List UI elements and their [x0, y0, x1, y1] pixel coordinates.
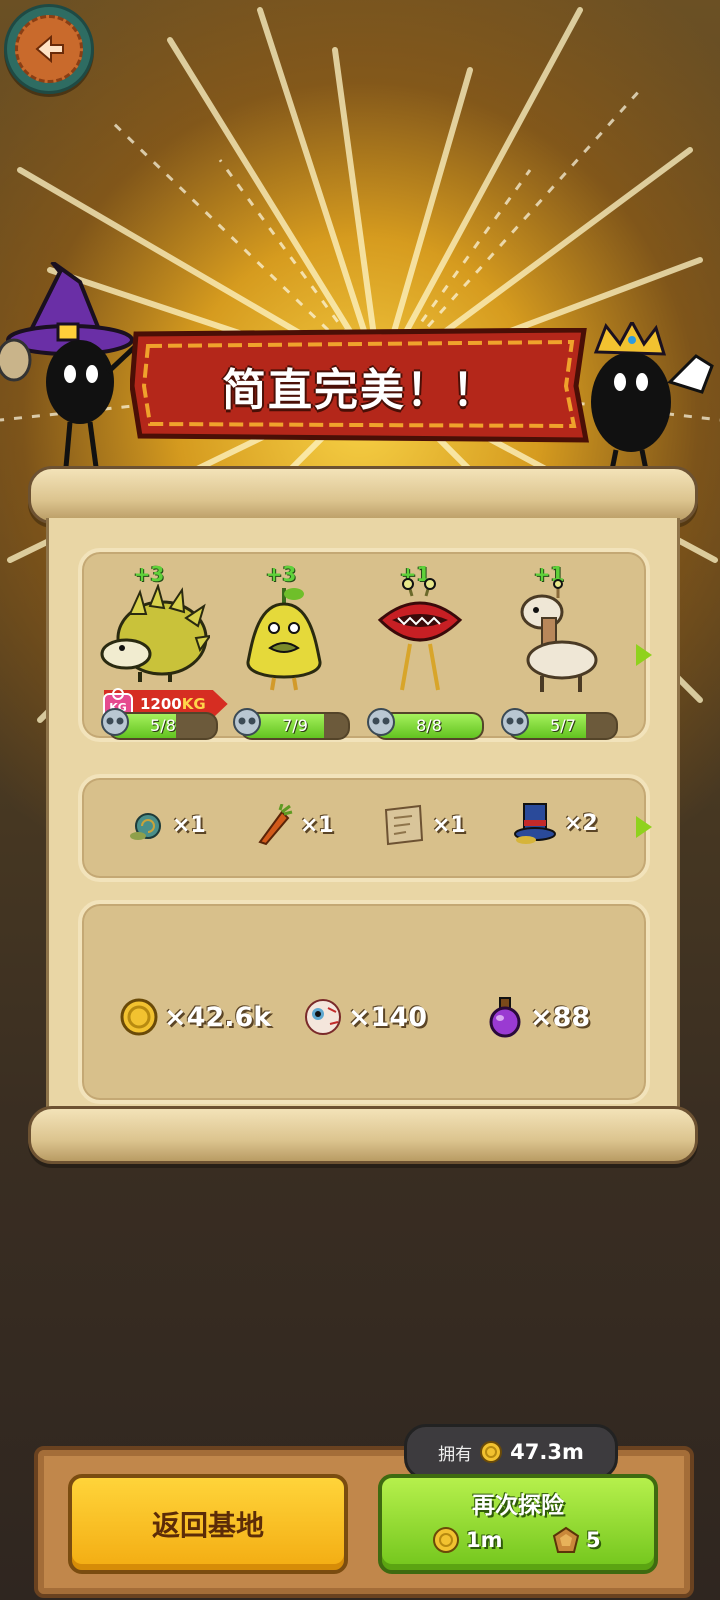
item-count: ×2 [564, 810, 598, 836]
back-arrow-icon [15, 15, 83, 83]
skull-icon [233, 708, 261, 736]
potion-icon [489, 997, 521, 1038]
weight-unit: KG [181, 695, 206, 713]
owned-value: 47.3m [510, 1440, 584, 1464]
creature-card[interactable]: +1 8/8 [350, 562, 484, 742]
witch-hat-character [0, 262, 142, 468]
item-count: ×1 [432, 812, 466, 838]
result-screen: 简直完美！！ +3 1200KG KG 5/8 +3 7/9 +1 8/8 +1… [0, 0, 720, 1600]
lips-creature-icon [377, 578, 463, 691]
map-scroll-icon [384, 804, 424, 846]
top-hat-icon [514, 803, 556, 844]
coin-icon [480, 1441, 503, 1463]
return-button-label: 返回基地 [151, 1509, 264, 1542]
item-reward[interactable]: ×1 [382, 804, 466, 846]
skull-icon [367, 708, 395, 736]
return-to-base-button[interactable]: 返回基地 [68, 1474, 348, 1574]
snail-icon [130, 813, 161, 840]
hedgehog-icon [100, 584, 210, 682]
back-button[interactable] [4, 4, 94, 94]
gem-cost-value: 5 [586, 1528, 601, 1552]
eyeball-icon [305, 999, 341, 1035]
creature-card[interactable]: +3 7/9 [216, 562, 350, 742]
pear-creature-icon [246, 588, 322, 691]
coin-icon [120, 998, 158, 1036]
items-next-arrow-icon[interactable] [636, 816, 652, 838]
item-count: ×1 [300, 812, 334, 838]
banner-title: 简直完美！！ [222, 365, 498, 416]
creature-card[interactable]: +1 5/7 [484, 562, 618, 742]
creature-card[interactable]: +3 1200KG KG 5/8 [84, 562, 228, 742]
item-reward[interactable]: ×1 [254, 804, 334, 846]
explore-gem-cost: 5 [552, 1526, 601, 1554]
item-reward[interactable]: ×2 [512, 800, 598, 846]
creatures-next-arrow-icon[interactable] [636, 644, 652, 666]
owned-label: 拥有 [438, 1444, 473, 1465]
coin-icon [433, 1527, 459, 1553]
explore-coin-cost: 1m [432, 1526, 503, 1554]
creature-bonus: +3 [133, 562, 165, 586]
scroll-top-rod [28, 466, 698, 524]
item-count: ×1 [172, 812, 206, 838]
potion-count: ×88 [530, 1001, 591, 1033]
potion-reward: ×88 [486, 996, 590, 1038]
explore-again-label: 再次探险 [472, 1493, 564, 1519]
eyeball-count: ×140 [348, 1001, 427, 1033]
coin-cost-value: 1m [466, 1528, 503, 1552]
result-banner: 简直完美！！ [130, 328, 590, 444]
item-reward[interactable]: ×1 [128, 806, 206, 844]
eyeball-reward: ×140 [304, 998, 427, 1036]
explore-again-button[interactable]: 再次探险 1m 5 [378, 1474, 658, 1574]
skull-icon [101, 708, 129, 736]
coin-reward: ×42.6k [120, 998, 271, 1036]
carrot-icon [258, 804, 293, 846]
scroll-bottom-rod [28, 1106, 698, 1164]
alpaca-icon [520, 579, 598, 692]
weight-value: 1200 [140, 695, 182, 713]
owned-coins-display: 拥有 47.3m [404, 1424, 618, 1480]
coin-count: ×42.6k [164, 1001, 272, 1033]
gem-icon [552, 1526, 580, 1553]
skull-icon [501, 708, 529, 736]
crown-character [591, 322, 714, 471]
